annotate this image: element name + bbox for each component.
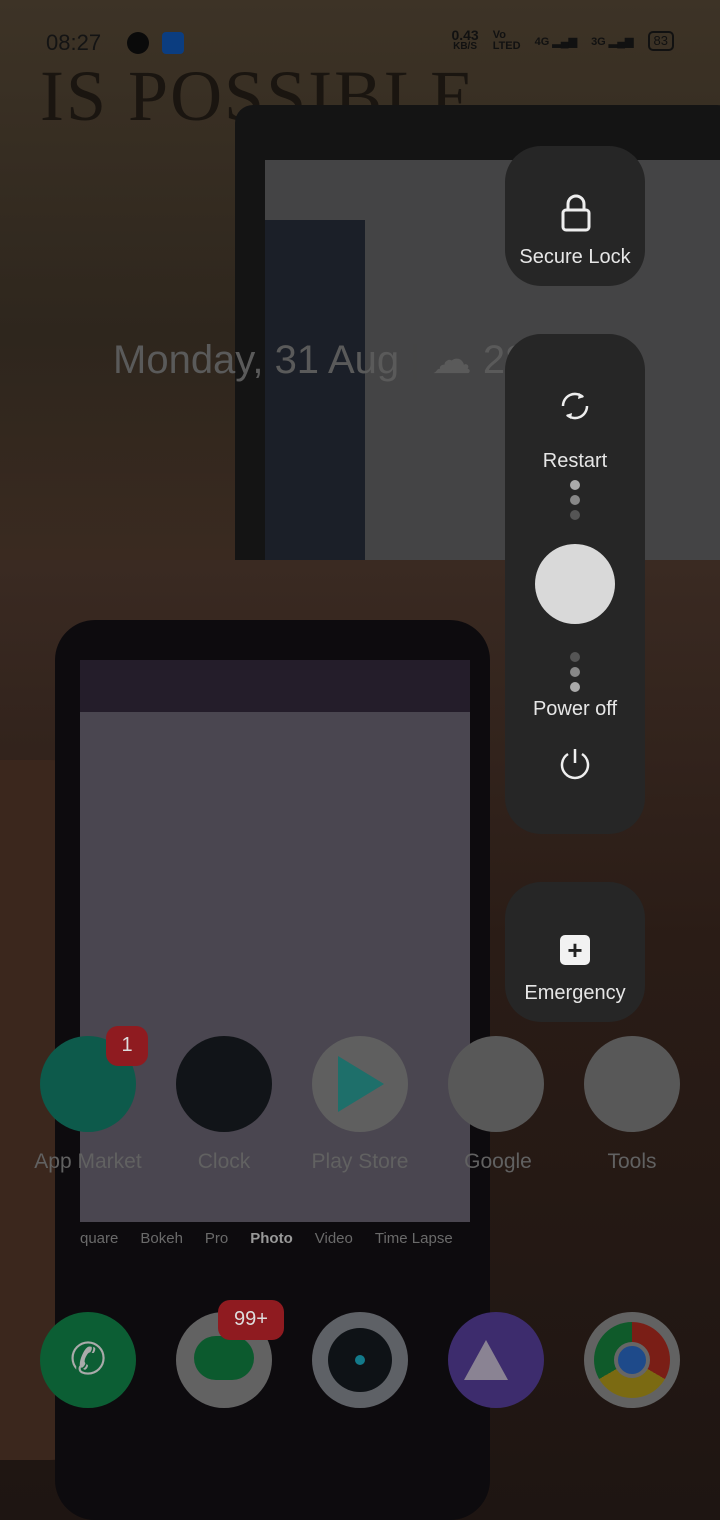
- power-slider-panel: Restart Power off: [505, 334, 645, 834]
- camera-mode: Pro: [204, 1230, 229, 1247]
- net-speed: 0.43: [451, 27, 479, 43]
- camera-mode: Time Lapse: [374, 1230, 453, 1247]
- app-label: App Market: [34, 1150, 142, 1173]
- status-time: 08:27: [46, 30, 102, 55]
- lock-icon: [561, 194, 591, 232]
- emergency-label: Emergency: [524, 982, 626, 1004]
- signal-4g-icon: 4G ▂▄▆: [534, 35, 578, 48]
- sim1-type: 4G: [534, 35, 550, 48]
- emergency-plus-icon: +: [560, 935, 590, 965]
- android-icon: [162, 32, 184, 54]
- camera-mode: Video: [314, 1230, 353, 1247]
- lockscreen-date: Monday, 31 Aug | ☁ 28°C: [113, 337, 572, 383]
- secure-lock-label: Secure Lock: [519, 246, 631, 268]
- cloud-icon: ☁: [431, 338, 472, 382]
- slide-down-dots: [570, 652, 580, 692]
- whatsapp-icon: [127, 32, 149, 54]
- camera-mode: Bokeh: [140, 1230, 183, 1247]
- slide-up-dots: [570, 480, 580, 520]
- chrome-icon[interactable]: [584, 1312, 680, 1408]
- status-bar: 08:27 0.43 KB/S Vo LTED 4G ▂▄▆ 3G ▂▄▆ 83: [0, 27, 720, 60]
- restart-icon[interactable]: [557, 388, 593, 424]
- app-label: Play Store: [311, 1150, 409, 1173]
- gallery-icon[interactable]: [448, 1312, 544, 1408]
- app-label: Google: [464, 1150, 532, 1173]
- notification-badge: 1: [106, 1026, 148, 1066]
- app-label: Clock: [197, 1150, 251, 1173]
- secure-lock-button[interactable]: Secure Lock: [505, 146, 645, 286]
- battery-icon: 83: [647, 31, 674, 51]
- net-unit: KB/S: [453, 41, 478, 52]
- notification-badge: 99+: [218, 1300, 284, 1340]
- sim2-type: 3G: [591, 35, 606, 48]
- power-off-label: Power off: [532, 698, 618, 720]
- power-icon[interactable]: [557, 746, 593, 782]
- wallpaper-camera-modes: quare Bokeh Pro Photo Video Time Lapse: [80, 1230, 453, 1247]
- app-label: Tools: [607, 1150, 657, 1173]
- phone-icon[interactable]: ✆: [40, 1312, 136, 1408]
- google-folder-icon[interactable]: [448, 1036, 544, 1132]
- volte-label-bottom: LTED: [492, 40, 521, 52]
- camera-icon[interactable]: [312, 1312, 408, 1408]
- date-text: Monday, 31 Aug: [113, 338, 400, 382]
- camera-mode: quare: [80, 1230, 119, 1247]
- clock-icon[interactable]: [176, 1036, 272, 1132]
- camera-mode: Photo: [250, 1230, 293, 1247]
- play-store-icon[interactable]: [312, 1036, 408, 1132]
- tools-folder-icon[interactable]: [584, 1036, 680, 1132]
- restart-label: Restart: [542, 450, 608, 472]
- power-slider-handle[interactable]: [535, 544, 615, 624]
- emergency-button[interactable]: + Emergency: [505, 882, 645, 1022]
- date-separator: |: [410, 338, 421, 382]
- signal-3g-icon: 3G ▂▄▆: [591, 35, 634, 48]
